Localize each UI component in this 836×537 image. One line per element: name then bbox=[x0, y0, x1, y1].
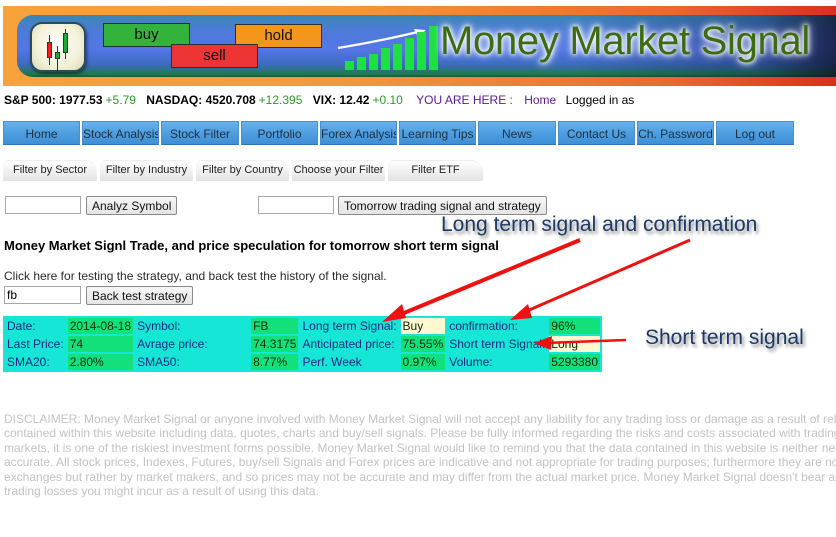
confirmation-label: confirmation: bbox=[447, 318, 548, 334]
average-price-value: 74.3175 bbox=[251, 336, 299, 352]
volume-value: 5293380 bbox=[549, 354, 601, 370]
nasdaq-label: NASDAQ: bbox=[146, 93, 203, 107]
nasdaq-change: +12.395 bbox=[258, 93, 303, 107]
tab-choose-your-filter[interactable]: Choose your Filter bbox=[292, 160, 385, 181]
arrow-to-confirmation bbox=[519, 238, 691, 316]
page-heading: Money Market Signl Trade, and price spec… bbox=[4, 238, 499, 253]
nav-forex-analysis[interactable]: Forex Analysis bbox=[320, 121, 397, 145]
backtest-strategy-button[interactable]: Back test strategy bbox=[86, 286, 194, 305]
candlestick-chart-icon[interactable] bbox=[30, 22, 86, 74]
nav-contact-us[interactable]: Contact Us bbox=[558, 121, 635, 145]
table-row: SMA20: 2.80% SMA50: 8.77% Perf. Week 0.9… bbox=[5, 354, 601, 370]
nav-stock-analysis[interactable]: Stock Analysis bbox=[82, 121, 159, 145]
vix-value: 12.42 bbox=[339, 93, 370, 107]
perf-week-label: Perf. Week bbox=[300, 354, 399, 370]
table-row: Date: 2014-08-18 Symbol: FB Long term Si… bbox=[5, 318, 601, 334]
sma20-value: 2.80% bbox=[67, 354, 134, 370]
tab-filter-by-industry[interactable]: Filter by Industry bbox=[100, 160, 193, 181]
volume-label: Volume: bbox=[447, 354, 548, 370]
date-value: 2014-08-18 bbox=[67, 318, 134, 334]
short-term-annotation: Short term signal bbox=[645, 326, 804, 349]
tab-filter-by-sector[interactable]: Filter by Sector bbox=[3, 160, 97, 181]
disclaimer-line: contained within this website including … bbox=[4, 426, 836, 441]
nav-portfolio[interactable]: Portfolio bbox=[241, 121, 318, 145]
vix-label: VIX: bbox=[312, 93, 337, 107]
table-row: Last Price: 74 Avrage price: 74.3175 Ant… bbox=[5, 336, 601, 352]
disclaimer-line: accurate. All stock prices, Indexes, Fut… bbox=[4, 455, 836, 470]
nav-stock-filter[interactable]: Stock Filter bbox=[161, 121, 239, 145]
sma50-value: 8.77% bbox=[251, 354, 299, 370]
symbol-label: Symbol: bbox=[135, 318, 250, 334]
site-title[interactable]: Money Market Signal bbox=[440, 19, 810, 64]
vix-change: +0.10 bbox=[372, 93, 403, 107]
long-term-annotation: Long term signal and confirmation bbox=[441, 213, 758, 236]
nav-home[interactable]: Home bbox=[3, 121, 80, 145]
sp500-value: 1977.53 bbox=[59, 93, 103, 107]
date-label: Date: bbox=[5, 318, 66, 334]
disclaimer-line: markets, it is one of the riskiest inves… bbox=[4, 440, 836, 455]
backtest-link[interactable]: Click here for testing the strategy, and… bbox=[4, 269, 387, 283]
disclaimer: DISCLAIMER: Money Market Signal or anyon… bbox=[4, 412, 836, 498]
you-are-here-label: YOU ARE HERE : bbox=[416, 93, 513, 107]
short-term-signal-value: Long bbox=[549, 336, 601, 352]
short-term-signal-label: Short term Signal: bbox=[447, 336, 548, 352]
nav-news[interactable]: News bbox=[478, 121, 556, 145]
banner-sell-tag: sell bbox=[171, 44, 258, 68]
sma20-label: SMA20: bbox=[5, 354, 66, 370]
nav-learning-tips[interactable]: Learning Tips bbox=[399, 121, 476, 145]
last-price-value: 74 bbox=[67, 336, 134, 352]
sp500-label: S&P 500: bbox=[4, 93, 56, 107]
sp500-change: +5.79 bbox=[105, 93, 136, 107]
logged-in-label: Logged in as bbox=[565, 93, 635, 107]
sma50-label: SMA50: bbox=[135, 354, 250, 370]
tab-filter-etf[interactable]: Filter ETF bbox=[388, 160, 483, 181]
symbol-value: FB bbox=[251, 318, 299, 334]
nasdaq-value: 4520.708 bbox=[205, 93, 256, 107]
bar-chart-icon bbox=[345, 22, 440, 70]
anticipated-price-label: Anticipated price: bbox=[300, 336, 399, 352]
tab-filter-by-country[interactable]: Filter by Country bbox=[196, 160, 289, 181]
nav-log-out[interactable]: Log out bbox=[716, 121, 794, 145]
long-term-signal-label: Long term Signal: bbox=[300, 318, 399, 334]
last-price-label: Last Price: bbox=[5, 336, 66, 352]
perf-week-value: 0.97% bbox=[400, 354, 446, 370]
long-term-signal-value: Buy bbox=[400, 318, 446, 334]
main-nav: Home Stock Analysis Stock Filter Portfol… bbox=[3, 121, 794, 145]
tomorrow-signal-input[interactable] bbox=[258, 196, 334, 214]
signal-table: Date: 2014-08-18 Symbol: FB Long term Si… bbox=[3, 316, 603, 372]
analyze-symbol-input[interactable] bbox=[5, 196, 81, 214]
market-ticker: S&P 500: 1977.53 +5.79 NASDAQ: 4520.708 +1… bbox=[4, 93, 634, 107]
average-price-label: Avrage price: bbox=[135, 336, 250, 352]
backtest-symbol-input[interactable] bbox=[4, 286, 81, 304]
confirmation-value: 96% bbox=[549, 318, 601, 334]
filter-tabs: Filter by Sector Filter by Industry Filt… bbox=[3, 160, 483, 181]
anticipated-price-value: 75.55% bbox=[400, 336, 446, 352]
nav-change-password[interactable]: Ch. Password bbox=[637, 121, 714, 145]
disclaimer-line: exchanges but rather by market makers, a… bbox=[4, 469, 836, 484]
analyze-symbol-button[interactable]: Analyz Symbol bbox=[86, 196, 178, 215]
disclaimer-line: trading losses you might incur as a resu… bbox=[4, 483, 319, 498]
disclaimer-line: DISCLAIMER: Money Market Signal or anyon… bbox=[4, 412, 836, 426]
breadcrumb-home[interactable]: Home bbox=[524, 93, 556, 107]
